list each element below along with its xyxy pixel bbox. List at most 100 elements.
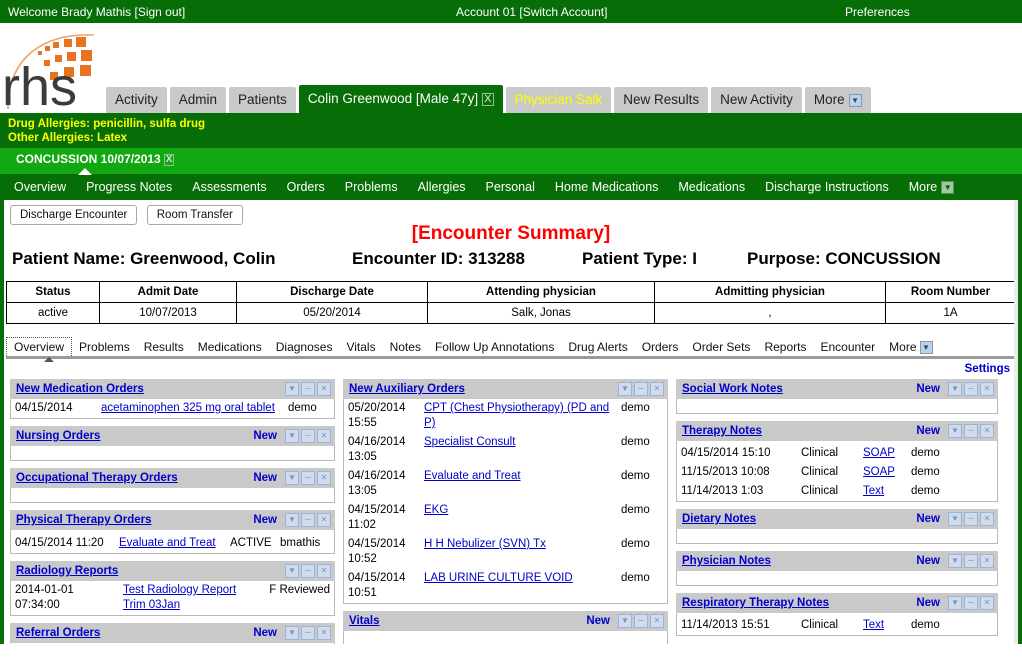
- subnav-item-overview[interactable]: Overview: [14, 180, 66, 194]
- subnav-item-discharge-instructions[interactable]: Discharge Instructions: [765, 180, 889, 194]
- collapse-caret-icon[interactable]: ▼: [948, 424, 962, 438]
- close-icon[interactable]: ✕: [650, 614, 664, 628]
- portlet-title-link[interactable]: Vitals: [349, 615, 379, 627]
- collapse-caret-icon[interactable]: ▼: [285, 382, 299, 396]
- tab-results[interactable]: Results: [137, 338, 191, 356]
- tab-medications[interactable]: Medications: [191, 338, 269, 356]
- portlet-new-link[interactable]: New: [253, 627, 277, 639]
- tab-more[interactable]: More ▼: [882, 338, 939, 356]
- close-icon[interactable]: X: [482, 92, 494, 106]
- portlet-new-link[interactable]: New: [586, 615, 610, 627]
- portlet-title-link[interactable]: Physical Therapy Orders: [16, 514, 152, 526]
- tab-patients[interactable]: Patients: [229, 87, 296, 113]
- row-link-text[interactable]: Trim 03Jan: [123, 599, 180, 611]
- close-icon[interactable]: ✕: [980, 382, 994, 396]
- row-link[interactable]: LAB URINE CULTURE VOID: [424, 571, 621, 586]
- minimize-icon[interactable]: ─: [301, 429, 315, 443]
- row-link-text[interactable]: acetaminophen 325 mg oral tablet: [101, 402, 275, 414]
- preferences-link[interactable]: Preferences: [845, 5, 910, 19]
- row-link[interactable]: Specialist Consult: [424, 435, 621, 450]
- welcome-signout-link[interactable]: Welcome Brady Mathis [Sign out]: [8, 5, 185, 19]
- close-icon[interactable]: ✕: [317, 626, 331, 640]
- row-link[interactable]: Trim 03Jan: [101, 598, 260, 613]
- collapse-caret-icon[interactable]: ▼: [618, 614, 632, 628]
- subnav-item-progress-notes[interactable]: Progress Notes: [86, 180, 172, 194]
- subnav-item-home-medications[interactable]: Home Medications: [555, 180, 659, 194]
- tab-activity[interactable]: Activity: [106, 87, 167, 113]
- portlet-title-link[interactable]: Dietary Notes: [682, 513, 756, 525]
- portlet-title-link[interactable]: Respiratory Therapy Notes: [682, 597, 829, 609]
- subnav-item-more[interactable]: More ▼: [909, 180, 955, 195]
- tab-vitals[interactable]: Vitals: [339, 338, 382, 356]
- portlet-new-link[interactable]: New: [916, 597, 940, 609]
- tab-reports[interactable]: Reports: [757, 338, 813, 356]
- portlet-title-link[interactable]: New Auxiliary Orders: [349, 383, 465, 395]
- collapse-caret-icon[interactable]: ▼: [285, 513, 299, 527]
- minimize-icon[interactable]: ─: [634, 614, 648, 628]
- tab-admin[interactable]: Admin: [169, 87, 227, 113]
- collapse-caret-icon[interactable]: ▼: [948, 596, 962, 610]
- row-link-text[interactable]: Evaluate and Treat: [424, 470, 521, 482]
- close-icon[interactable]: ✕: [317, 382, 331, 396]
- close-icon[interactable]: ✕: [317, 471, 331, 485]
- subnav-item-problems[interactable]: Problems: [345, 180, 398, 194]
- row-link[interactable]: Evaluate and Treat: [424, 469, 621, 484]
- encounter-chip-concussion[interactable]: CONCUSSION 10/07/2013 X: [16, 152, 175, 166]
- tab-new-activity[interactable]: New Activity: [711, 87, 802, 113]
- discharge-encounter-button[interactable]: Discharge Encounter: [10, 205, 138, 225]
- minimize-icon[interactable]: ─: [964, 424, 978, 438]
- tab-order-sets[interactable]: Order Sets: [685, 338, 757, 356]
- row-link[interactable]: CPT (Chest Physiotherapy) (PD and P): [424, 401, 621, 431]
- portlet-title-link[interactable]: Physician Notes: [682, 555, 771, 567]
- minimize-icon[interactable]: ─: [634, 382, 648, 396]
- collapse-caret-icon[interactable]: ▼: [285, 626, 299, 640]
- row-format-link[interactable]: Text: [863, 618, 911, 633]
- row-format-text[interactable]: SOAP: [863, 447, 895, 459]
- row-link-text[interactable]: H H Nebulizer (SVN) Tx: [424, 538, 546, 550]
- row-link-text[interactable]: EKG: [424, 504, 448, 516]
- row-link[interactable]: H H Nebulizer (SVN) Tx: [424, 537, 621, 552]
- minimize-icon[interactable]: ─: [964, 382, 978, 396]
- minimize-icon[interactable]: ─: [301, 626, 315, 640]
- row-link-text[interactable]: Test Radiology Report: [123, 584, 236, 596]
- row-format-link[interactable]: SOAP: [863, 446, 911, 461]
- portlet-title-link[interactable]: Referral Orders: [16, 627, 100, 639]
- tab-overview[interactable]: Overview: [6, 337, 73, 356]
- portlet-new-link[interactable]: New: [916, 425, 940, 437]
- chevron-down-icon[interactable]: ▼: [848, 93, 862, 107]
- portlet-title-link[interactable]: Occupational Therapy Orders: [16, 472, 178, 484]
- tab-encounter[interactable]: Encounter: [813, 338, 882, 356]
- close-icon[interactable]: ✕: [980, 512, 994, 526]
- tab-physician-salk[interactable]: Physician Salk: [505, 87, 612, 113]
- row-link-text[interactable]: CPT (Chest Physiotherapy) (PD and P): [424, 402, 609, 429]
- row-format-link[interactable]: Text: [863, 484, 911, 499]
- collapse-caret-icon[interactable]: ▼: [618, 382, 632, 396]
- tab-orders[interactable]: Orders: [635, 338, 686, 356]
- tab-notes[interactable]: Notes: [383, 338, 428, 356]
- minimize-icon[interactable]: ─: [301, 471, 315, 485]
- account-switch-link[interactable]: Account 01 [Switch Account]: [456, 5, 607, 19]
- tab-diagnoses[interactable]: Diagnoses: [269, 338, 340, 356]
- minimize-icon[interactable]: ─: [964, 554, 978, 568]
- minimize-icon[interactable]: ─: [301, 513, 315, 527]
- tab-follow-up-annotations[interactable]: Follow Up Annotations: [428, 338, 561, 356]
- portlet-new-link[interactable]: New: [253, 472, 277, 484]
- portlet-title-link[interactable]: Social Work Notes: [682, 383, 783, 395]
- chevron-down-icon[interactable]: ▼: [919, 341, 933, 354]
- portlet-title-link[interactable]: Therapy Notes: [682, 425, 762, 437]
- close-icon[interactable]: ✕: [980, 424, 994, 438]
- subnav-item-orders[interactable]: Orders: [287, 180, 325, 194]
- row-link[interactable]: EKG: [424, 503, 621, 518]
- collapse-caret-icon[interactable]: ▼: [285, 429, 299, 443]
- collapse-caret-icon[interactable]: ▼: [948, 382, 962, 396]
- subnav-item-allergies[interactable]: Allergies: [418, 180, 466, 194]
- minimize-icon[interactable]: ─: [964, 512, 978, 526]
- row-link-text[interactable]: Evaluate and Treat: [119, 537, 216, 549]
- row-format-text[interactable]: Text: [863, 619, 884, 631]
- room-transfer-button[interactable]: Room Transfer: [146, 205, 243, 225]
- subnav-item-medications[interactable]: Medications: [678, 180, 745, 194]
- portlet-title-link[interactable]: Radiology Reports: [16, 565, 118, 577]
- close-icon[interactable]: ✕: [317, 513, 331, 527]
- tab-more[interactable]: More ▼: [804, 87, 871, 113]
- minimize-icon[interactable]: ─: [301, 382, 315, 396]
